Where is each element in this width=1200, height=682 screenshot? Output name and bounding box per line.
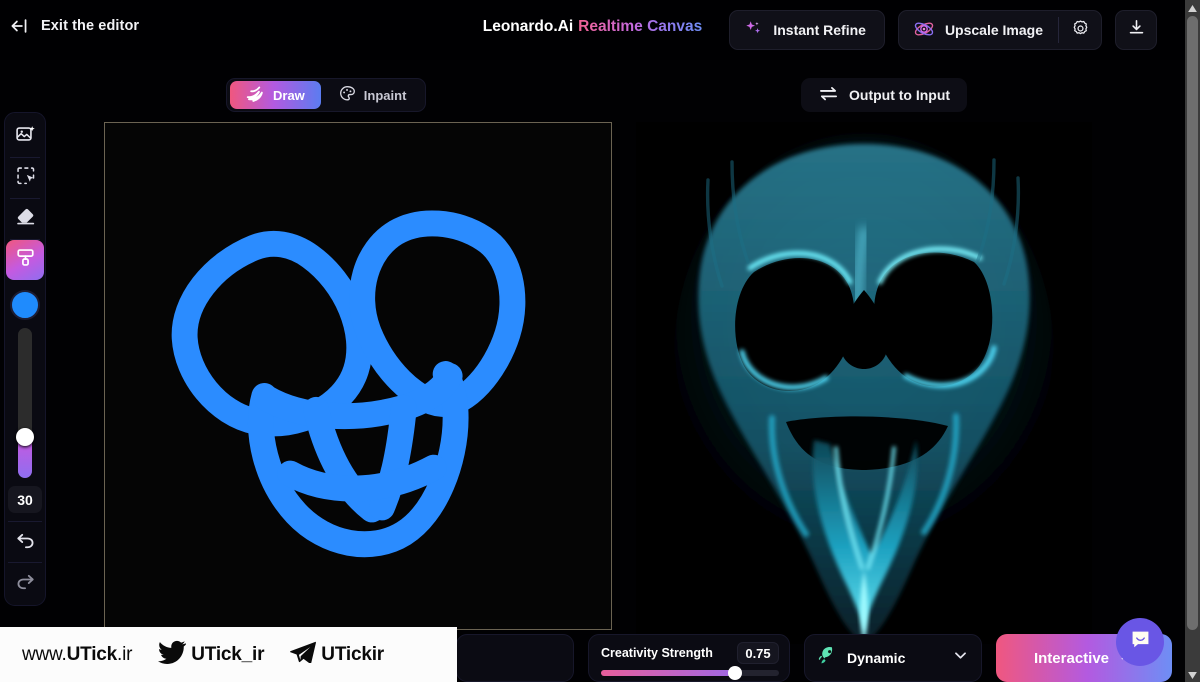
sparkles-icon — [744, 19, 763, 41]
tab-inpaint-label: Inpaint — [363, 87, 407, 103]
brand-product: Realtime Canvas — [578, 18, 703, 35]
tab-draw-label: Draw — [273, 87, 305, 103]
tab-draw[interactable]: Draw — [230, 81, 321, 109]
image-generate-icon — [15, 124, 36, 150]
creativity-strength-label: Creativity Strength — [601, 646, 713, 660]
watermark-twitter-handle: UTick_ir — [191, 643, 265, 665]
select-marquee-icon — [15, 165, 36, 191]
page-scrollbar[interactable] — [1185, 0, 1200, 682]
exit-editor-label: Exit the editor — [41, 18, 140, 34]
scroll-up-arrow-icon — [1188, 0, 1197, 17]
download-icon — [1127, 18, 1146, 42]
swap-arrows-icon — [818, 84, 839, 106]
creativity-header: Creativity Strength 0.75 — [601, 642, 779, 664]
creativity-strength-slider[interactable] — [601, 666, 779, 680]
upscale-image-group: Upscale Image — [897, 10, 1102, 50]
output-to-input-button[interactable]: Output to Input — [801, 78, 968, 112]
watermark-site-prefix: www. — [22, 643, 67, 665]
exit-editor-button[interactable]: Exit the editor — [10, 16, 139, 36]
header-actions: Instant Refine Upscale Image — [729, 10, 1157, 50]
undo-icon — [15, 530, 36, 555]
output-to-input-label: Output to Input — [849, 87, 951, 103]
instant-refine-button[interactable]: Instant Refine — [729, 10, 885, 50]
brush-size-slider-handle[interactable] — [16, 428, 34, 446]
scrollbar-thumb[interactable] — [1187, 16, 1198, 630]
twitter-bird-icon — [158, 640, 187, 669]
tool-paintbrush[interactable] — [6, 240, 44, 280]
upscale-image-button[interactable]: Upscale Image — [899, 11, 1058, 49]
atom-orbit-icon — [913, 18, 935, 43]
creativity-slider-fill — [601, 670, 735, 676]
brush-size-slider[interactable] — [16, 328, 34, 478]
brush-stroke-icon — [246, 85, 265, 105]
preset-dropdown[interactable]: Dynamic — [804, 634, 982, 682]
watermark-telegram: UTickir — [290, 641, 384, 668]
scrollbar-down-button[interactable] — [1185, 667, 1200, 682]
download-button[interactable] — [1115, 10, 1157, 50]
chat-bubble-icon — [1128, 627, 1153, 657]
creativity-slider-handle[interactable] — [727, 666, 742, 680]
prompt-panel[interactable] — [456, 634, 574, 682]
gear-icon — [1071, 19, 1090, 41]
tab-inpaint[interactable]: Inpaint — [323, 81, 423, 109]
brush-color-swatch-wrapper — [10, 280, 40, 326]
output-canvas[interactable] — [636, 122, 1092, 644]
chevron-down-icon[interactable] — [952, 647, 969, 669]
upscale-settings-button[interactable] — [1059, 11, 1101, 49]
interactive-label: Interactive — [1033, 649, 1110, 667]
watermark-site-main: UTick — [66, 643, 118, 665]
creativity-strength-control: Creativity Strength 0.75 — [588, 634, 790, 682]
chat-support-button[interactable] — [1116, 618, 1164, 666]
tool-image-generate[interactable] — [6, 117, 44, 157]
undo-button[interactable] — [6, 522, 44, 562]
brand-name: Leonardo.Ai — [482, 18, 574, 35]
upscale-image-label: Upscale Image — [944, 22, 1043, 38]
instant-refine-label: Instant Refine — [773, 22, 866, 38]
redo-icon — [15, 571, 36, 596]
scrollbar-up-button[interactable] — [1185, 0, 1200, 15]
scroll-down-arrow-icon — [1188, 666, 1197, 682]
brush-size-value[interactable]: 30 — [8, 486, 42, 513]
paintbrush-icon — [15, 247, 36, 273]
watermark-bar: www.UTick.ir UTick_ir UTickir — [0, 627, 457, 682]
mode-tabs: Draw Inpaint — [226, 78, 427, 112]
tool-sidebar: 30 — [4, 112, 46, 606]
palette-icon — [339, 85, 356, 105]
redo-button[interactable] — [6, 563, 44, 603]
rocket-icon — [817, 645, 838, 671]
tool-eraser[interactable] — [6, 199, 44, 239]
eraser-icon — [15, 206, 36, 232]
telegram-plane-icon — [290, 641, 317, 668]
watermark-telegram-handle: UTickir — [321, 643, 384, 665]
watermark-website: www.UTick.ir — [22, 644, 132, 666]
preset-label: Dynamic — [847, 650, 906, 666]
arrow-left-to-bar-icon — [10, 16, 32, 36]
realtime-canvas-editor: Exit the editor Leonardo.Ai Realtime Canv… — [0, 0, 1200, 682]
brush-color-swatch[interactable] — [10, 290, 40, 320]
watermark-twitter: UTick_ir — [158, 640, 264, 669]
tool-select[interactable] — [6, 158, 44, 198]
watermark-site-suffix: .ir — [117, 643, 133, 665]
app-header: Exit the editor Leonardo.Ai Realtime Canv… — [0, 0, 1185, 60]
watermark-website-text: www.UTick.ir — [22, 644, 132, 666]
draw-canvas[interactable] — [104, 122, 612, 630]
creativity-strength-value[interactable]: 0.75 — [737, 642, 779, 664]
